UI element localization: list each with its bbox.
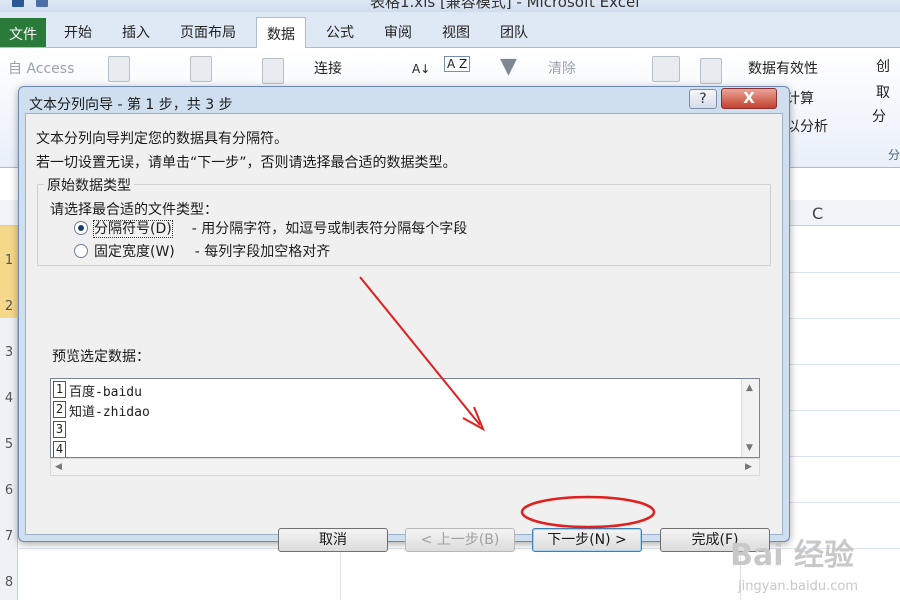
connections-button[interactable]: 连接 (314, 58, 342, 78)
row-number-5[interactable]: 5 (0, 410, 18, 456)
undo-icon[interactable] (36, 0, 48, 7)
preview-row-text: 知道-zhidao (69, 405, 150, 420)
row-number-7[interactable]: 7 (0, 502, 18, 548)
data-type-group: 原始数据类型 请选择最合适的文件类型： 分隔符号(D) - 用分隔字符，如逗号或制… (37, 175, 771, 266)
remove-duplicates-icon[interactable] (700, 58, 722, 84)
column-c-header[interactable]: C (812, 204, 823, 223)
filter-icon[interactable]: ▼ (500, 54, 517, 79)
tab-file[interactable]: 文件 (0, 18, 46, 47)
radio-button-unchecked[interactable] (74, 244, 88, 258)
row-number-6[interactable]: 6 (0, 456, 18, 502)
preview-row: 2 知道-zhidao (51, 399, 737, 420)
tab-view[interactable]: 视图 (442, 22, 470, 42)
tab-data[interactable]: 数据 (256, 17, 306, 48)
row-number-2[interactable]: 2 (0, 272, 18, 318)
close-button[interactable]: X (721, 88, 777, 109)
help-button[interactable]: ? (689, 89, 717, 109)
sort-az-icon[interactable]: A↓ (412, 62, 430, 76)
row-number-1[interactable]: 1 (0, 226, 18, 272)
preview-row-number: 2 (53, 401, 66, 418)
tab-formulas[interactable]: 公式 (326, 22, 354, 42)
preview-row-number: 4 (53, 441, 66, 457)
cancel-button[interactable]: 取消 (278, 528, 388, 552)
wizard-instruction: 若一切设置无误，请单击“下一步”，否则请选择最合适的数据类型。 (36, 155, 457, 171)
tab-page-layout[interactable]: 页面布局 (180, 22, 236, 42)
tab-insert[interactable]: 插入 (122, 22, 150, 42)
fixed-width-option[interactable]: 固定宽度(W) - 每列字段加空格对齐 (74, 241, 330, 261)
dialog-title: 文本分列向导 - 第 1 步，共 3 步 (29, 97, 233, 113)
dialog-body: 文本分列向导判定您的数据具有分隔符。 若一切设置无误，请单击“下一步”，否则请选… (25, 113, 783, 552)
outline-group-label: 分 (888, 148, 900, 162)
row-number-8[interactable]: 8 (0, 548, 18, 594)
clear-button[interactable]: 清除 (548, 58, 576, 78)
fixed-width-description: - 每列字段加空格对齐 (194, 244, 331, 260)
radio-button-checked[interactable] (74, 221, 88, 235)
what-if-analysis-button[interactable]: 以分析 (786, 116, 828, 136)
next-button[interactable]: 下一步(N) > (532, 528, 642, 552)
preview-row: 1 百度-baidu (51, 379, 737, 400)
scroll-up-icon[interactable]: ▲ (746, 383, 753, 393)
ribbon-tab-bar: 文件 开始 插入 页面布局 数据 公式 审阅 视图 团队 (0, 12, 900, 48)
text-to-columns-dialog: 文本分列向导 - 第 1 步，共 3 步 ? X 文本分列向导判定您的数据具有分… (18, 86, 790, 552)
row-number-3[interactable]: 3 (0, 318, 18, 364)
delimited-option[interactable]: 分隔符号(D) - 用分隔字符，如逗号或制表符分隔每个字段 (74, 218, 467, 238)
preview-row-number: 1 (53, 381, 66, 398)
preview-label: 预览选定数据： (52, 349, 150, 365)
data-preview[interactable]: 1 百度-baidu 2 知道-zhidao 3 4 ▲ ▼ (50, 378, 760, 458)
subtotal-button[interactable]: 分 (872, 106, 886, 126)
refresh-all-icon[interactable] (262, 58, 284, 84)
tab-home[interactable]: 开始 (64, 22, 92, 42)
tab-review[interactable]: 审阅 (384, 22, 412, 42)
preview-vertical-scrollbar[interactable]: ▲ ▼ (741, 379, 759, 457)
preview-row: 4 (51, 439, 737, 457)
ungroup-button[interactable]: 取 (876, 82, 890, 102)
row-headers: 1 2 3 4 5 6 7 8 (0, 226, 18, 600)
group-legend: 原始数据类型 (44, 175, 134, 195)
scroll-down-icon[interactable]: ▼ (746, 443, 753, 453)
wizard-description: 文本分列向导判定您的数据具有分隔符。 (36, 131, 288, 147)
group-create-button[interactable]: 创 (876, 56, 890, 76)
preview-row: 3 (51, 419, 737, 439)
from-access-button[interactable]: 自 Access (8, 58, 74, 78)
excel-title-bar: 表格1.xls [兼容模式] - Microsoft Excel (0, 0, 900, 12)
scroll-left-icon[interactable]: ◀ (55, 462, 62, 472)
scroll-right-icon[interactable]: ▶ (745, 462, 752, 472)
fixed-width-label[interactable]: 固定宽度(W) (94, 244, 175, 260)
back-button[interactable]: < 上一步(B) (405, 528, 515, 552)
preview-row-number: 3 (53, 421, 66, 438)
window-title: 表格1.xls [兼容模式] - Microsoft Excel (370, 0, 640, 11)
preview-horizontal-scrollbar[interactable]: ◀ ▶ (50, 458, 760, 476)
text-to-columns-icon[interactable] (652, 56, 680, 82)
data-validation-button[interactable]: 数据有效性 (748, 58, 818, 78)
baidu-watermark: Bai 经验 (730, 538, 854, 573)
save-icon[interactable] (12, 0, 24, 7)
preview-row-text: 百度-baidu (69, 385, 142, 400)
from-web-icon[interactable] (108, 56, 130, 82)
row-number-4[interactable]: 4 (0, 364, 18, 410)
existing-connections-icon[interactable] (190, 56, 212, 82)
tab-team[interactable]: 团队 (500, 22, 528, 42)
sort-dialog-icon[interactable]: A Z (444, 56, 471, 72)
baidu-watermark-url: jingyan.baidu.com (738, 579, 858, 594)
file-type-prompt: 请选择最合适的文件类型： (50, 202, 218, 218)
delimited-label[interactable]: 分隔符号(D) (93, 220, 173, 238)
consolidate-button[interactable]: 计算 (786, 88, 814, 108)
delimited-description: - 用分隔字符，如逗号或制表符分隔每个字段 (191, 221, 468, 237)
